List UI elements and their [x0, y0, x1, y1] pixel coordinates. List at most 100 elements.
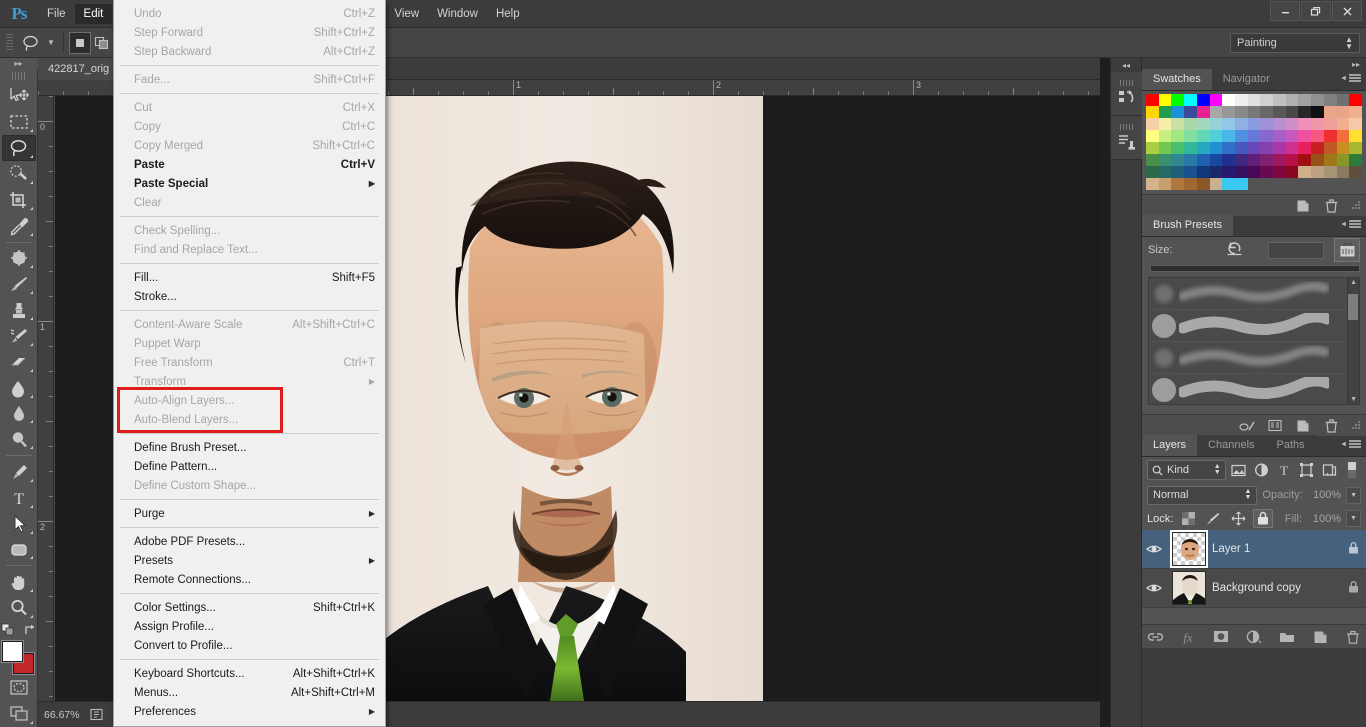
- color-swatch[interactable]: [1248, 154, 1261, 166]
- menu-item-purge[interactable]: Purge▶: [114, 504, 385, 523]
- color-swatch[interactable]: [1324, 142, 1337, 154]
- dodge-tool[interactable]: [2, 426, 36, 452]
- toggle-brush-panel-icon[interactable]: [1237, 417, 1257, 435]
- type-tool[interactable]: T: [2, 485, 36, 511]
- color-swatch[interactable]: [1197, 94, 1210, 106]
- list-item[interactable]: [1149, 310, 1359, 342]
- filter-toggle-switch[interactable]: [1342, 460, 1361, 480]
- color-swatch[interactable]: [1286, 130, 1299, 142]
- tab-swatches[interactable]: Swatches: [1142, 69, 1212, 90]
- color-swatch[interactable]: [1146, 130, 1159, 142]
- toolbar-grip[interactable]: [12, 72, 26, 81]
- color-swatch[interactable]: [1197, 142, 1210, 154]
- color-swatch[interactable]: [1222, 106, 1235, 118]
- pen-tool[interactable]: [2, 459, 36, 485]
- history-panel-icon[interactable]: [1111, 72, 1143, 116]
- color-swatch[interactable]: [1298, 166, 1311, 178]
- color-swatch[interactable]: [1184, 178, 1197, 190]
- table-row[interactable]: Layer 1: [1142, 530, 1366, 569]
- brush-presets-panel-menu-icon[interactable]: ◄: [1340, 220, 1361, 229]
- layer-thumbnail[interactable]: [1172, 532, 1206, 566]
- color-swatch[interactable]: [1159, 118, 1172, 130]
- color-swatch[interactable]: [1210, 106, 1223, 118]
- color-swatch[interactable]: [1146, 166, 1159, 178]
- color-swatch[interactable]: [1184, 154, 1197, 166]
- color-swatch[interactable]: [1311, 154, 1324, 166]
- color-swatch[interactable]: [1349, 94, 1362, 106]
- color-swatch[interactable]: [1273, 118, 1286, 130]
- color-swatch[interactable]: [1273, 154, 1286, 166]
- color-swatch[interactable]: [1248, 166, 1261, 178]
- toolbar-collapse-icon[interactable]: ▸▸: [0, 58, 38, 70]
- close-button[interactable]: [1332, 1, 1362, 21]
- color-swatch[interactable]: [1184, 94, 1197, 106]
- minimize-button[interactable]: [1270, 1, 1300, 21]
- menu-window[interactable]: Window: [428, 4, 487, 24]
- color-swatch[interactable]: [1311, 142, 1324, 154]
- color-swatch[interactable]: [1235, 118, 1248, 130]
- move-tool[interactable]: [2, 83, 36, 109]
- color-swatch[interactable]: [1273, 166, 1286, 178]
- color-swatch[interactable]: [1260, 106, 1273, 118]
- color-swatch[interactable]: [1146, 94, 1159, 106]
- actions-panel-icon[interactable]: [1111, 116, 1143, 160]
- color-swatch[interactable]: [1222, 178, 1235, 190]
- layer-style-fx-icon[interactable]: fx: [1178, 628, 1198, 646]
- eyedropper-tool[interactable]: [2, 213, 36, 239]
- restore-button[interactable]: [1301, 1, 1331, 21]
- list-item[interactable]: [1149, 278, 1359, 310]
- brush-tool[interactable]: [2, 271, 36, 297]
- tab-paths[interactable]: Paths: [1266, 435, 1316, 456]
- color-swatch[interactable]: [1159, 166, 1172, 178]
- color-swatch[interactable]: [1286, 118, 1299, 130]
- history-brush-tool[interactable]: [2, 323, 36, 349]
- color-swatch[interactable]: [1324, 166, 1337, 178]
- list-item[interactable]: [1149, 342, 1359, 374]
- color-swatch[interactable]: [1337, 142, 1350, 154]
- color-swatch[interactable]: [1184, 106, 1197, 118]
- color-swatch[interactable]: [1286, 166, 1299, 178]
- menu-item-assign-profile[interactable]: Assign Profile...: [114, 617, 385, 636]
- crop-tool[interactable]: [2, 187, 36, 213]
- fill-value[interactable]: 100%: [1307, 513, 1341, 525]
- zoom-level[interactable]: 66.67%: [44, 709, 80, 721]
- color-swatch[interactable]: [1311, 106, 1324, 118]
- scrollbar-thumb[interactable]: [1348, 294, 1358, 320]
- color-swatch[interactable]: [1298, 154, 1311, 166]
- color-swatch[interactable]: [1349, 142, 1362, 154]
- color-swatch[interactable]: [1311, 94, 1324, 106]
- color-swatch[interactable]: [1273, 106, 1286, 118]
- color-swatch[interactable]: [1146, 142, 1159, 154]
- layers-panel-menu-icon[interactable]: ◄: [1340, 440, 1361, 449]
- color-swatch[interactable]: [1197, 178, 1210, 190]
- color-swatch[interactable]: [1197, 166, 1210, 178]
- brush-presets-manager-icon[interactable]: [1265, 417, 1285, 435]
- color-swatch[interactable]: [1222, 130, 1235, 142]
- menu-item-fill[interactable]: Fill...Shift+F5: [114, 268, 385, 287]
- color-swatch[interactable]: [1159, 106, 1172, 118]
- filter-adjustment-layers-icon[interactable]: [1252, 460, 1271, 480]
- tab-channels[interactable]: Channels: [1197, 435, 1265, 456]
- clone-stamp-tool[interactable]: [2, 297, 36, 323]
- menu-item-stroke[interactable]: Stroke...: [114, 287, 385, 306]
- color-swatch[interactable]: [1210, 178, 1223, 190]
- layer-visibility-toggle[interactable]: [1142, 543, 1166, 555]
- color-swatch[interactable]: [1298, 118, 1311, 130]
- layer-name[interactable]: Layer 1: [1212, 543, 1250, 555]
- color-swatch[interactable]: [1171, 106, 1184, 118]
- color-swatch[interactable]: [1210, 118, 1223, 130]
- layer-filter-kind-select[interactable]: Kind ▲▼: [1147, 460, 1226, 480]
- adjustment-layer-icon[interactable]: [1244, 628, 1264, 646]
- link-layers-icon[interactable]: [1145, 628, 1165, 646]
- color-swatch[interactable]: [1184, 130, 1197, 142]
- menu-item-paste[interactable]: PasteCtrl+V: [114, 155, 385, 174]
- brush-preset-folder-icon[interactable]: [1334, 238, 1360, 262]
- options-bar-grip[interactable]: [6, 34, 13, 52]
- color-swatch[interactable]: [1324, 118, 1337, 130]
- color-swatch[interactable]: [1260, 94, 1273, 106]
- color-swatch[interactable]: [1171, 142, 1184, 154]
- menu-edit[interactable]: Edit: [75, 4, 113, 24]
- swatches-panel-menu-icon[interactable]: ◄: [1340, 74, 1361, 83]
- table-row[interactable]: Background copy: [1142, 569, 1366, 608]
- color-swatch[interactable]: [1286, 106, 1299, 118]
